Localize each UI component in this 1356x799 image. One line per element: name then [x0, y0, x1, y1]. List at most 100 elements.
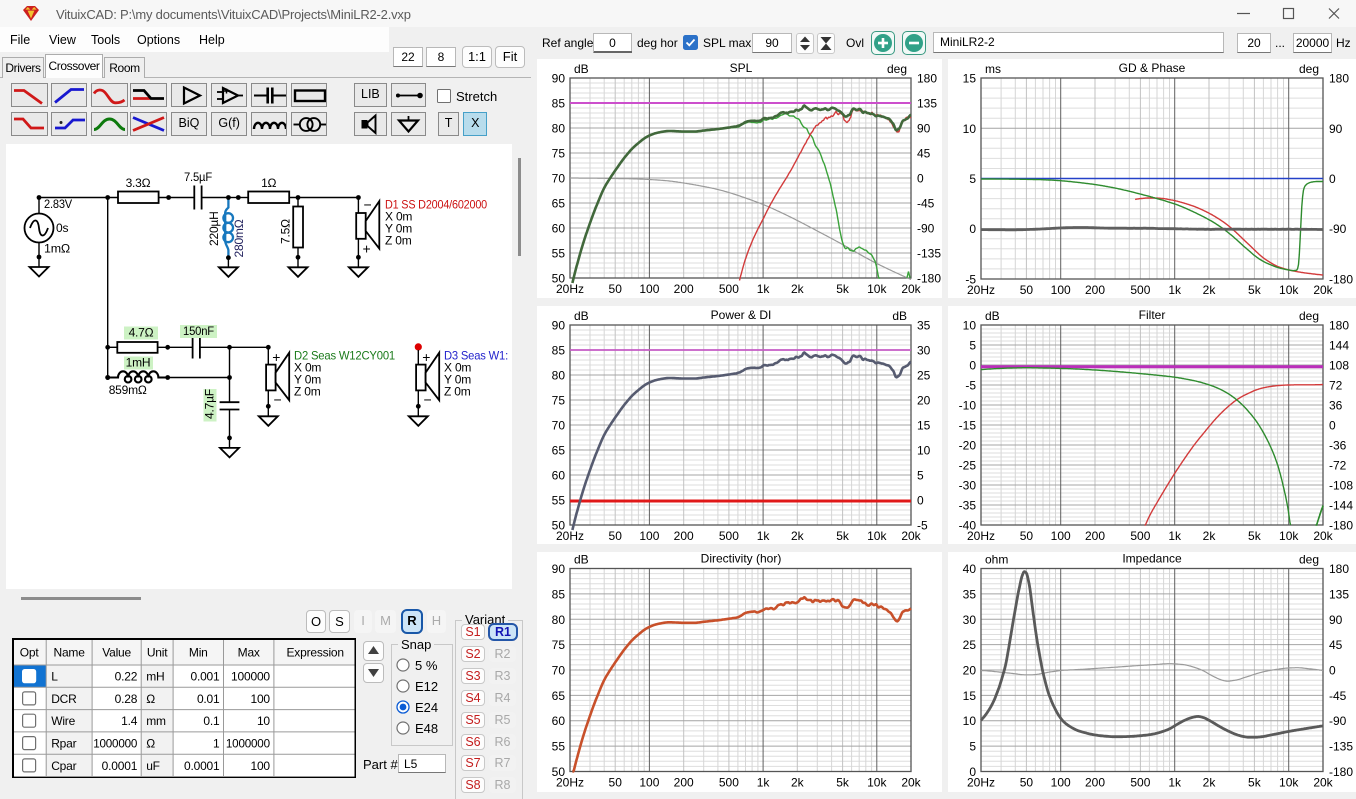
svg-text:ms: ms — [985, 62, 1001, 76]
svg-text:200: 200 — [674, 776, 694, 790]
svg-text:108: 108 — [1329, 359, 1349, 373]
svg-text:1k: 1k — [1168, 776, 1182, 790]
svg-text:90: 90 — [917, 122, 931, 136]
svg-text:4.7µF: 4.7µF — [203, 389, 217, 419]
svg-text:60: 60 — [552, 714, 566, 728]
svg-text:200: 200 — [674, 529, 694, 543]
svg-text:50: 50 — [1020, 776, 1034, 790]
svg-text:Rpar: Rpar — [51, 737, 76, 751]
svg-text:0: 0 — [1329, 419, 1336, 433]
svg-text:30: 30 — [963, 613, 977, 627]
svg-text:0: 0 — [1329, 664, 1336, 678]
svg-text:1000000: 1000000 — [93, 737, 137, 751]
svg-text:1mH: 1mH — [126, 356, 151, 370]
svg-text:180: 180 — [1329, 319, 1349, 333]
svg-text:70: 70 — [552, 419, 566, 433]
svg-text:GD & Phase: GD & Phase — [1119, 61, 1186, 75]
svg-text:dB: dB — [985, 309, 1000, 323]
svg-text:100: 100 — [1051, 529, 1071, 543]
svg-text:135: 135 — [1329, 587, 1349, 601]
svg-text:-108: -108 — [1329, 479, 1353, 493]
svg-text:Cpar: Cpar — [51, 759, 76, 773]
svg-text:1k: 1k — [757, 776, 771, 790]
svg-text:uF: uF — [146, 759, 160, 773]
svg-text:5: 5 — [969, 339, 976, 353]
svg-text:35: 35 — [963, 587, 977, 601]
svg-text:10: 10 — [256, 714, 269, 728]
svg-text:20k: 20k — [901, 282, 921, 296]
svg-text:Directivity (hor): Directivity (hor) — [701, 552, 782, 566]
svg-text:2k: 2k — [791, 282, 805, 296]
svg-text:-90: -90 — [1329, 714, 1347, 728]
svg-text:-20: -20 — [959, 439, 977, 453]
svg-text:10k: 10k — [867, 776, 887, 790]
svg-text:180: 180 — [917, 72, 937, 86]
svg-text:dB: dB — [574, 62, 589, 76]
svg-text:200: 200 — [674, 282, 694, 296]
svg-text:220µH: 220µH — [207, 211, 221, 246]
svg-text:500: 500 — [719, 282, 739, 296]
svg-text:Impedance: Impedance — [1122, 552, 1182, 566]
svg-text:-25: -25 — [959, 459, 977, 473]
svg-text:90: 90 — [552, 562, 566, 576]
svg-text:72: 72 — [1329, 379, 1343, 393]
svg-text:85: 85 — [552, 97, 566, 111]
svg-text:2k: 2k — [1203, 529, 1217, 543]
svg-text:7.5Ω: 7.5Ω — [279, 219, 293, 244]
svg-text:0.1: 0.1 — [203, 714, 220, 728]
svg-text:0: 0 — [917, 172, 924, 186]
svg-text:10k: 10k — [1279, 776, 1299, 790]
svg-text:-36: -36 — [1329, 439, 1347, 453]
svg-text:100: 100 — [250, 692, 270, 706]
svg-text:deg: deg — [1299, 553, 1319, 567]
svg-text:500: 500 — [719, 529, 739, 543]
svg-text:dB: dB — [574, 553, 589, 567]
svg-text:0: 0 — [969, 359, 976, 373]
svg-text:20: 20 — [917, 394, 931, 408]
svg-text:20Hz: 20Hz — [967, 283, 995, 297]
svg-text:2k: 2k — [791, 529, 805, 543]
svg-text:75: 75 — [552, 638, 566, 652]
svg-text:0s: 0s — [56, 221, 68, 235]
svg-text:200: 200 — [1085, 283, 1105, 297]
svg-text:200: 200 — [1085, 776, 1105, 790]
svg-text:deg: deg — [1299, 309, 1319, 323]
svg-text:65: 65 — [552, 444, 566, 458]
svg-text:-135: -135 — [1329, 740, 1353, 754]
svg-text:280mΩ: 280mΩ — [232, 219, 246, 257]
svg-text:SPL: SPL — [730, 61, 753, 75]
svg-text:25: 25 — [917, 369, 931, 383]
svg-text:5k: 5k — [836, 529, 850, 543]
svg-text:35: 35 — [917, 319, 931, 333]
svg-text:-30: -30 — [959, 479, 977, 493]
svg-text:1k: 1k — [1168, 283, 1182, 297]
svg-text:0.0001: 0.0001 — [101, 759, 137, 773]
svg-text:90: 90 — [1329, 613, 1343, 627]
svg-text:+: + — [422, 349, 430, 365]
svg-text:Z 0m: Z 0m — [444, 385, 471, 399]
svg-text:65: 65 — [552, 689, 566, 703]
svg-text:135: 135 — [917, 97, 937, 111]
svg-text:20Hz: 20Hz — [967, 776, 995, 790]
svg-text:5k: 5k — [836, 776, 850, 790]
svg-text:90: 90 — [1329, 122, 1343, 136]
svg-text:2k: 2k — [791, 776, 805, 790]
svg-text:20k: 20k — [1313, 283, 1333, 297]
svg-text:2k: 2k — [1203, 776, 1217, 790]
svg-text:7.5µF: 7.5µF — [184, 170, 212, 184]
svg-text:-45: -45 — [917, 197, 935, 211]
svg-text:85: 85 — [552, 587, 566, 601]
svg-text:Wire: Wire — [51, 714, 75, 728]
svg-text:1k: 1k — [1168, 529, 1182, 543]
svg-text:100000: 100000 — [231, 670, 270, 684]
svg-text:45: 45 — [917, 147, 931, 161]
svg-text:-135: -135 — [917, 247, 941, 261]
svg-text:dB: dB — [574, 309, 589, 323]
svg-text:1k: 1k — [757, 282, 771, 296]
svg-text:deg: deg — [1299, 62, 1319, 76]
svg-text:75: 75 — [552, 394, 566, 408]
svg-text:−: − — [424, 392, 432, 408]
svg-text:80: 80 — [552, 613, 566, 627]
svg-text:-15: -15 — [959, 419, 977, 433]
svg-text:65: 65 — [552, 197, 566, 211]
